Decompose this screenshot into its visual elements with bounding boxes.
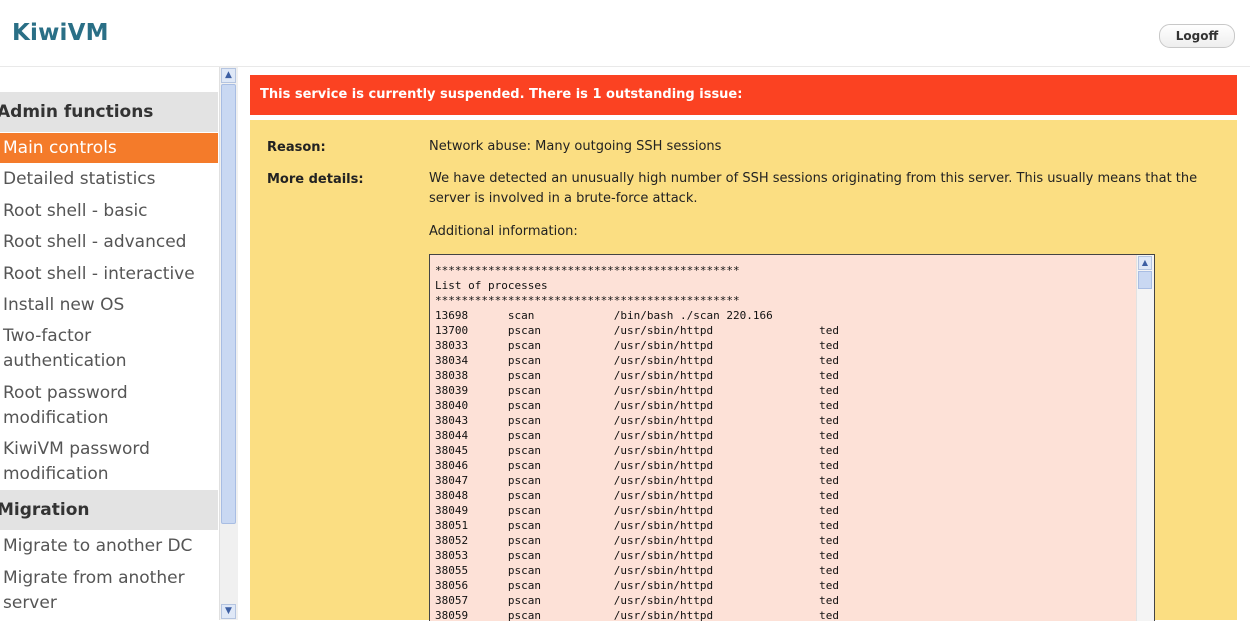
sidebar-item-label: Root shell - interactive <box>3 264 195 284</box>
sidebar-item-label: Two-factor authentication <box>3 326 127 371</box>
kiwivm-logo[interactable]: KiwiVM <box>12 20 109 46</box>
reason-label: Reason: <box>267 140 326 155</box>
sidebar-scrollbar[interactable]: ▲ ▼ <box>219 67 238 620</box>
header-bar: KiwiVM Logoff <box>0 0 1250 67</box>
additional-information-label: Additional information: <box>429 224 578 239</box>
sidebar-item-root-shell-advanced[interactable]: Root shell - advanced <box>0 230 218 255</box>
sidebar-item-label: Root shell - advanced <box>3 232 187 252</box>
sidebar-item-root-shell-basic[interactable]: Root shell - basic <box>0 199 218 224</box>
sidebar-item-label: Detailed statistics <box>3 169 156 189</box>
sidebar-item-label: Migrate to another DC <box>3 536 193 556</box>
alert-text: This service is currently suspended. The… <box>260 87 743 102</box>
section-admin-functions: Admin functions <box>0 92 218 132</box>
suspension-alert-banner: This service is currently suspended. The… <box>250 75 1237 115</box>
scroll-down-arrow-icon[interactable]: ▼ <box>221 604 236 619</box>
sidebar-nav: Admin functions Main controls Detailed s… <box>0 67 219 620</box>
more-details-label: More details: <box>267 172 364 187</box>
sidebar-item-root-password-modification[interactable]: Root password modification <box>0 381 200 431</box>
scroll-up-arrow-icon[interactable]: ▲ <box>1138 256 1152 270</box>
sidebar-item-kiwivm-password-modification[interactable]: KiwiVM password modification <box>0 437 200 487</box>
process-list-text: ****************************************… <box>435 264 839 621</box>
issue-details-panel: Reason: Network abuse: Many outgoing SSH… <box>250 120 1237 621</box>
section-title: Admin functions <box>0 102 154 122</box>
sidebar-item-main-controls[interactable]: Main controls <box>0 133 218 163</box>
sidebar-item-label: KiwiVM password modification <box>3 439 150 484</box>
scroll-up-arrow-icon[interactable]: ▲ <box>221 68 236 83</box>
reason-value: Network abuse: Many outgoing SSH session… <box>429 139 722 154</box>
additional-information-textarea[interactable]: ****************************************… <box>429 254 1155 621</box>
sidebar-item-detailed-statistics[interactable]: Detailed statistics <box>0 167 218 192</box>
sidebar-item-migrate-to-another-dc[interactable]: Migrate to another DC <box>0 534 218 559</box>
sidebar-item-label: Root password modification <box>3 383 128 428</box>
section-title: Migration <box>0 500 90 520</box>
sidebar-item-migrate-from-another-server[interactable]: Migrate from another server <box>0 566 200 616</box>
textarea-scroll-thumb[interactable] <box>1138 271 1152 289</box>
sidebar-item-label: Main controls <box>3 138 117 158</box>
sidebar-item-root-shell-interactive[interactable]: Root shell - interactive <box>0 262 218 287</box>
sidebar-item-install-new-os[interactable]: Install new OS <box>0 293 218 318</box>
sidebar-item-label: Install new OS <box>3 295 125 315</box>
section-migration: Migration <box>0 490 218 530</box>
sidebar-item-label: Root shell - basic <box>3 201 148 221</box>
sidebar-item-two-factor-authentication[interactable]: Two-factor authentication <box>0 324 200 374</box>
sidebar-item-label: Migrate from another server <box>3 568 185 613</box>
sidebar-scroll-thumb[interactable] <box>221 84 236 524</box>
logoff-button[interactable]: Logoff <box>1159 24 1235 48</box>
textarea-scrollbar[interactable]: ▲ <box>1136 255 1154 621</box>
more-details-value: We have detected an unusually high numbe… <box>429 171 1198 206</box>
